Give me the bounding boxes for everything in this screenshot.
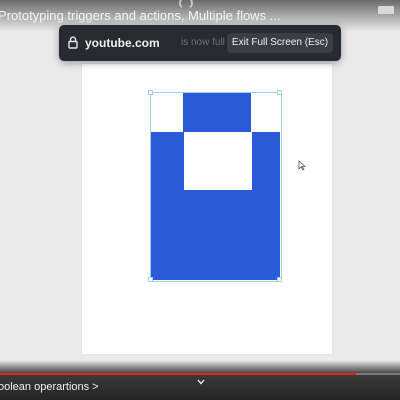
video-title[interactable]: Prototyping triggers and actions, Multip… <box>0 8 281 23</box>
exit-fullscreen-button[interactable]: Exit Full Screen (Esc) <box>227 33 333 53</box>
fullscreen-icon[interactable] <box>378 6 394 14</box>
resize-handle-br[interactable] <box>277 277 282 282</box>
fullscreen-domain: youtube.com <box>85 36 160 50</box>
chapter-title[interactable]: oolean operartions > <box>0 381 99 393</box>
resize-handle-bl[interactable] <box>148 277 153 282</box>
progress-fill <box>0 373 356 375</box>
progress-bar[interactable] <box>0 373 400 375</box>
cursor-icon <box>298 160 307 171</box>
resize-handle-tr[interactable] <box>277 90 282 95</box>
chevron-down-icon[interactable] <box>197 379 205 385</box>
fullscreen-notice: youtube.com is now full screen Exit Full… <box>59 25 341 61</box>
selected-shape[interactable] <box>148 90 282 282</box>
lock-icon <box>68 36 78 49</box>
selection-frame <box>150 92 282 282</box>
resize-handle-tl[interactable] <box>148 90 153 95</box>
